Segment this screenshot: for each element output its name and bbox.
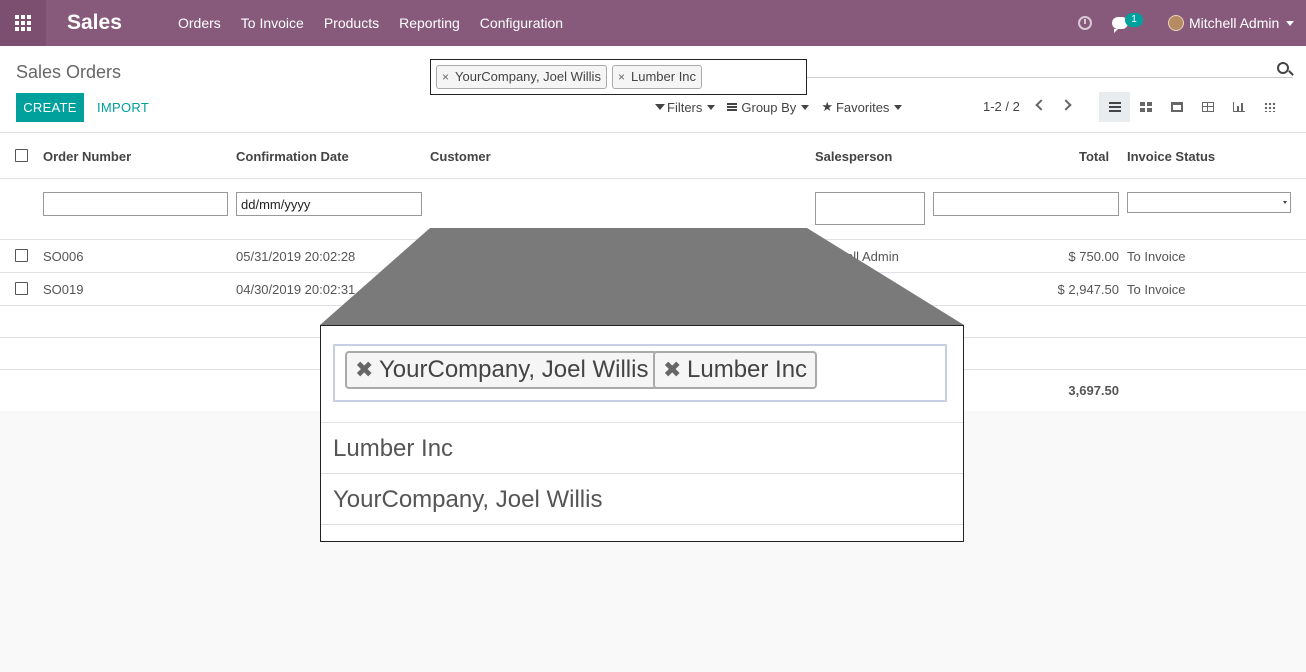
zoom-projection-shape	[320, 228, 964, 325]
dropdown-option[interactable]: YourCompany, Joel Willis	[321, 474, 963, 525]
dropdown-option[interactable]: Lumber Inc	[321, 423, 963, 474]
zoomed-customer-field[interactable]: ✖ YourCompany, Joel Willis ✖ Lumber Inc	[333, 344, 947, 402]
zoomed-customer-tag[interactable]: ✖ YourCompany, Joel Willis	[345, 351, 659, 389]
close-icon[interactable]: ✖	[355, 353, 373, 387]
zoom-callout: ✖ YourCompany, Joel Willis ✖ Lumber Inc …	[320, 325, 964, 542]
zoomed-customer-tag[interactable]: ✖ Lumber Inc	[653, 351, 818, 389]
tag-label: YourCompany, Joel Willis	[379, 356, 649, 383]
close-icon[interactable]: ✖	[663, 353, 681, 387]
tag-label: Lumber Inc	[687, 356, 808, 383]
